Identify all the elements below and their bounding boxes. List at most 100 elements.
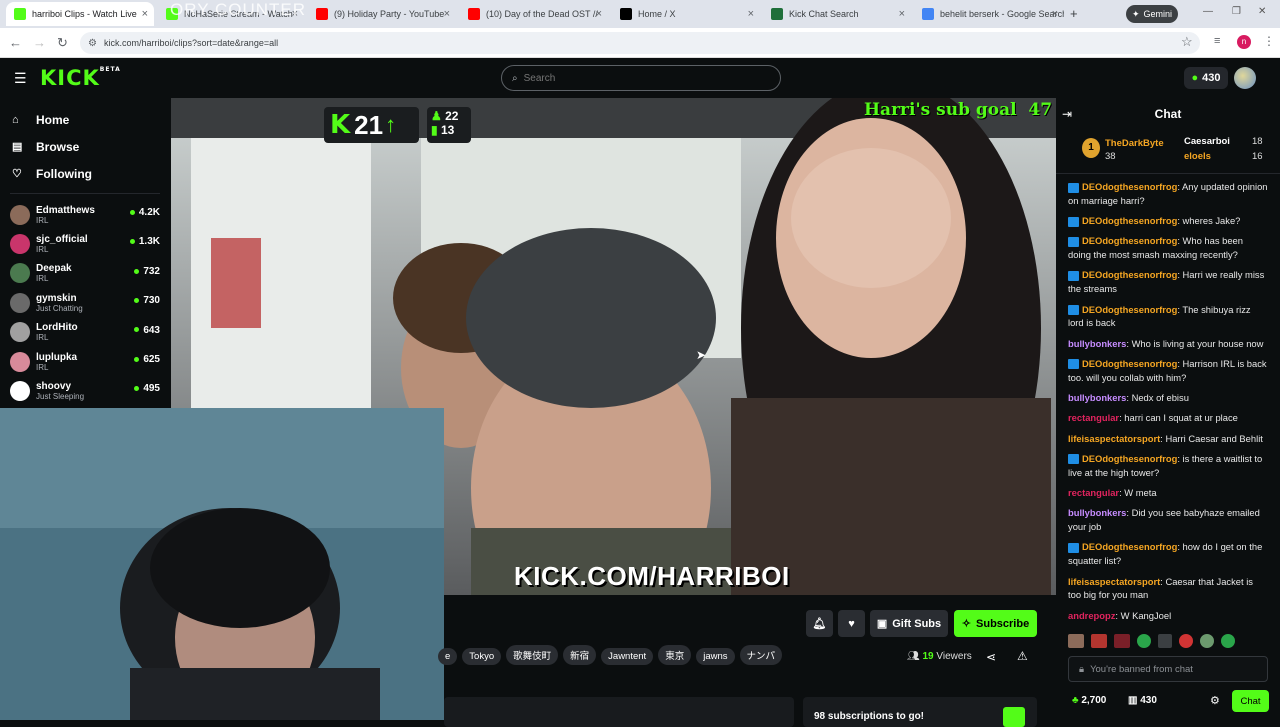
chat-username[interactable]: DEOdogthesenorfrog [1082,453,1177,464]
kick-logo[interactable]: KICKBETA [40,66,121,90]
channel-category: IRL [36,333,49,343]
chat-message: DEOdogthesenorfrog: wheres Jake? [1056,211,1280,231]
emote-icon[interactable] [1068,634,1084,648]
chat-username[interactable]: DEOdogthesenorfrog [1082,541,1177,552]
url-field[interactable]: ⚙ kick.com/harriboi/clips?sort=date&range… [80,32,1200,54]
browser-tab[interactable]: (9) Holiday Party - YouTube × [308,2,456,26]
chat-message: DEOdogthesenorfrog: Who has been doing t… [1056,231,1280,265]
subscribe-button[interactable]: ✧ Subscribe [954,610,1037,637]
chat-username[interactable]: bullybonkers [1068,338,1126,349]
tab-close-icon[interactable]: × [899,8,905,20]
stream-tag[interactable]: ナンパ [739,645,783,665]
channel-viewers: 643 [134,325,160,336]
maximize-icon[interactable]: ❐ [1232,6,1241,17]
share-icon[interactable]: ⋖ [986,650,996,664]
tab-close-icon[interactable]: × [1052,8,1058,20]
tab-close-icon[interactable]: × [596,8,602,20]
bookmark-star-icon[interactable]: ☆ [1181,34,1193,50]
channel-points[interactable]: ♣ 2,700 [1072,695,1106,706]
site-info-icon[interactable]: ⚙ [88,38,97,49]
chat-kicks[interactable]: ▥ 430 [1128,695,1157,706]
chat-username[interactable]: lifeisaspectatorsport [1068,433,1160,444]
stream-tag[interactable]: 新宿 [563,645,597,665]
back-icon[interactable]: ← [9,35,22,50]
notification-bell-button[interactable]: 🔔︎ [806,610,833,637]
chat-username[interactable]: DEOdogthesenorfrog [1082,269,1177,280]
browser-tab[interactable]: harriboi Clips - Watch Live × [6,2,154,26]
follow-heart-button[interactable]: ♥ [838,610,865,637]
new-tab-button[interactable]: + [1070,6,1078,21]
chat-username[interactable]: DEOdogthesenorfrog [1082,304,1177,315]
sidebar-nav-home[interactable]: ⌂ Home [0,106,170,133]
followed-channel[interactable]: luplupka IRL 625 [0,347,170,376]
tab-close-icon[interactable]: × [444,8,450,20]
tab-title: Kick Chat Search [789,9,859,19]
chat-username[interactable]: DEOdogthesenorfrog [1082,358,1177,369]
sidebar-nav-browse[interactable]: ▤ Browse [0,133,170,160]
stream-tag[interactable]: e [438,648,458,665]
menu-icon[interactable]: ☰ [14,70,27,87]
gift-subs-button[interactable]: ▣ Gift Subs [870,610,948,637]
browser-tab[interactable]: behelit berserk - Google Search × [914,2,1064,26]
search-bar[interactable]: ⌕ [501,65,781,91]
channel-category: IRL [36,274,49,284]
emote-icon[interactable] [1091,634,1107,648]
stats-overlay: ♟ 22 ▮ 13 [427,107,471,143]
chat-username[interactable]: DEOdogthesenorfrog [1082,215,1177,226]
chat-username[interactable]: rectangular [1068,412,1119,423]
chat-username[interactable]: lifeisaspectatorsport [1068,576,1160,587]
tab-close-icon[interactable]: × [748,8,754,20]
browser-tab[interactable]: Kick Chat Search × [763,2,911,26]
chat-username[interactable]: DEOdogthesenorfrog [1082,181,1177,192]
chat-username[interactable]: DEOdogthesenorfrog [1082,235,1177,246]
address-bar: ← → ↻ ⚙ kick.com/harriboi/clips?sort=date… [0,28,1280,58]
stream-tag[interactable]: 歌舞伎町 [506,645,559,665]
stream-tag[interactable]: jawns [696,648,735,665]
channel-avatar [10,381,30,402]
followed-channel[interactable]: Edmatthews IRL 4.2K [0,200,170,229]
followed-channel[interactable]: gymskin Just Chatting 730 [0,288,170,317]
user-avatar[interactable] [1234,67,1256,89]
home-icon: ⌂ [12,113,19,126]
stream-tag[interactable]: Jawntent [601,648,654,665]
send-chat-button[interactable]: Chat [1232,690,1269,712]
emote-icon[interactable] [1158,634,1172,648]
chat-settings-icon[interactable]: ⚙ [1210,694,1220,707]
emote-icon[interactable] [1137,634,1151,648]
emote-icon[interactable] [1114,634,1130,648]
chat-message: rectangular: harri can I squat at ur pla… [1056,408,1280,428]
kicks-balance[interactable]: ● 430 [1184,67,1228,89]
chat-username[interactable]: rectangular [1068,487,1119,498]
close-window-icon[interactable]: ✕ [1258,6,1266,17]
sidebar-nav-following[interactable]: ♡ Following [0,160,170,187]
chat-username[interactable]: bullybonkers [1068,507,1126,518]
extensions-icon[interactable]: ≡ [1214,35,1220,47]
points-icon: ♣ [1072,695,1079,706]
stream-tag[interactable]: Tokyo [462,648,502,665]
emote-icon[interactable] [1179,634,1193,648]
emote-icon[interactable] [1221,634,1235,648]
report-icon[interactable]: ⚠ [1017,649,1028,663]
trophy-icon: 1 [1082,138,1100,158]
mouse-cursor-icon: ➤ [696,348,707,362]
stream-tag[interactable]: 東京 [658,645,692,665]
search-input[interactable] [523,72,744,84]
followed-channel[interactable]: Deepak IRL 732 [0,259,170,288]
browser-menu-icon[interactable]: ⋮ [1263,34,1275,48]
chat-username[interactable]: andrepopz [1068,610,1115,621]
followed-channel[interactable]: sjc_official IRL 1.3K [0,229,170,258]
minimize-icon[interactable]: — [1203,6,1213,17]
subs-goal-button[interactable] [1003,707,1025,727]
gemini-button[interactable]: ✦ Gemini [1126,5,1178,23]
tab-close-icon[interactable]: × [142,8,148,20]
browser-tab[interactable]: Home / X × [612,2,760,26]
profile-avatar[interactable]: n [1237,35,1251,49]
browser-tab[interactable]: (10) Day of the Dead OST // × [460,2,608,26]
followed-channel[interactable]: shoovy Just Sleeping 495 [0,376,170,405]
chat-username[interactable]: bullybonkers [1068,392,1126,403]
emote-icon[interactable] [1200,634,1214,648]
reload-icon[interactable]: ↻ [57,35,68,51]
followed-channel[interactable]: LordHito IRL 643 [0,318,170,347]
forward-icon[interactable]: → [33,35,46,50]
chat-input[interactable]: 🔒︎ You're banned from chat [1068,656,1268,682]
